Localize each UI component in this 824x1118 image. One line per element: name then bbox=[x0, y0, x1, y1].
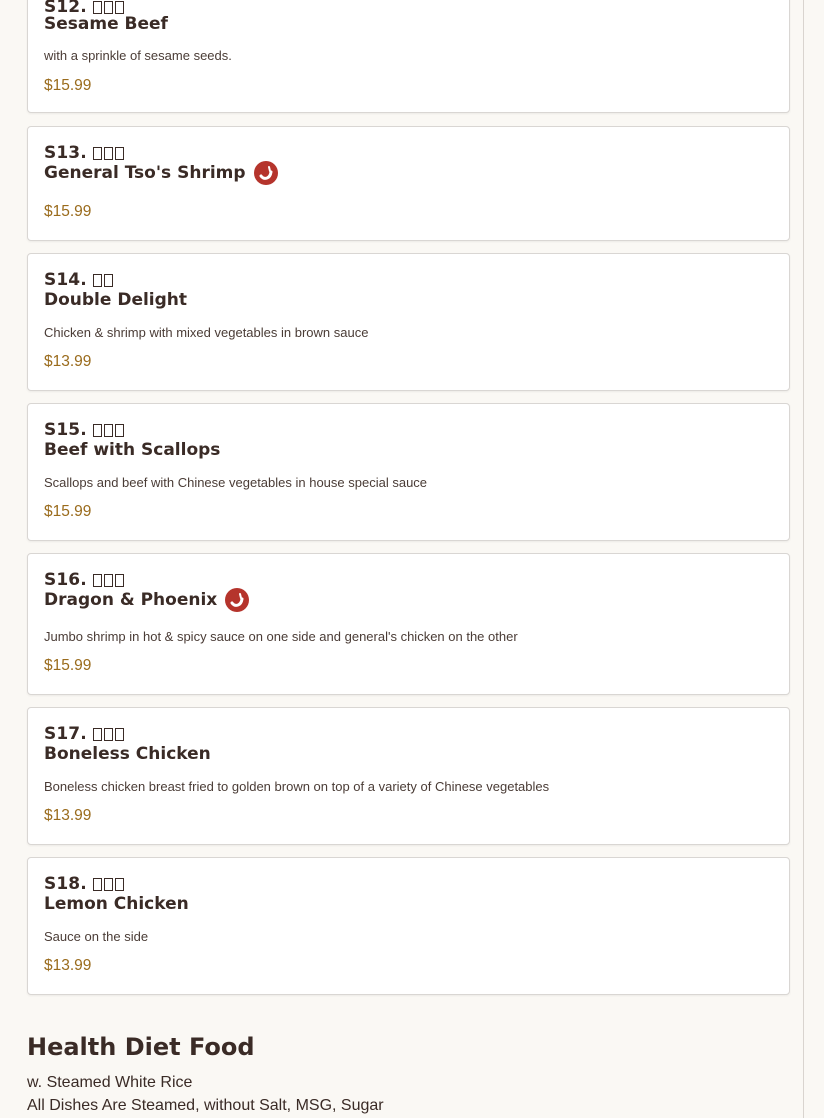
item-description: Boneless chicken breast fried to golden … bbox=[44, 779, 550, 794]
item-name: Boneless Chicken bbox=[44, 744, 211, 764]
menu-item-card[interactable]: S12. Sesame Beef with a sprinkle of sesa… bbox=[27, 0, 790, 113]
cjk-name-glyphs bbox=[92, 422, 126, 442]
cjk-name-glyphs bbox=[92, 726, 126, 746]
item-name: Double Delight bbox=[44, 290, 188, 310]
item-price: $15.99 bbox=[44, 77, 92, 94]
menu-item-card[interactable]: S18. Lemon Chicken Sauce on the side $13… bbox=[27, 857, 790, 995]
item-name: Beef with Scallops bbox=[44, 440, 221, 460]
cjk-name-glyphs bbox=[92, 876, 126, 896]
item-name: General Tso's Shrimp bbox=[44, 161, 278, 185]
section-title: Health Diet Food bbox=[27, 1033, 255, 1061]
item-price: $15.99 bbox=[44, 503, 92, 520]
item-code: S18. bbox=[44, 874, 126, 896]
section-subtitle: All Dishes Are Steamed, without Salt, MS… bbox=[27, 1097, 384, 1114]
item-name: Dragon & Phoenix bbox=[44, 588, 250, 612]
item-description: Jumbo shrimp in hot & spicy sauce on one… bbox=[44, 629, 518, 644]
item-description: Chicken & shrimp with mixed vegetables i… bbox=[44, 325, 369, 340]
chili-pepper-icon bbox=[253, 161, 278, 185]
chili-pepper-icon bbox=[225, 588, 250, 612]
item-description: Sauce on the side bbox=[44, 929, 149, 944]
item-code: S17. bbox=[44, 724, 126, 746]
item-code: S15. bbox=[44, 420, 126, 442]
item-price: $15.99 bbox=[44, 657, 92, 674]
item-price: $15.99 bbox=[44, 203, 92, 220]
item-code: S14. bbox=[44, 270, 115, 292]
item-description: with a sprinkle of sesame seeds. bbox=[44, 48, 232, 63]
menu-item-card[interactable]: S15. Beef with Scallops Scallops and bee… bbox=[27, 403, 790, 541]
cjk-name-glyphs bbox=[92, 272, 115, 292]
item-description: Scallops and beef with Chinese vegetable… bbox=[44, 475, 428, 490]
menu-item-card[interactable]: S13. General Tso's Shrimp $15.99 bbox=[27, 126, 790, 241]
item-price: $13.99 bbox=[44, 957, 92, 974]
menu-item-card[interactable]: S17. Boneless Chicken Boneless chicken b… bbox=[27, 707, 790, 845]
menu-item-card[interactable]: S14. Double Delight Chicken & shrimp wit… bbox=[27, 253, 790, 391]
item-name: Sesame Beef bbox=[44, 14, 168, 34]
item-price: $13.99 bbox=[44, 807, 92, 824]
item-price: $13.99 bbox=[44, 353, 92, 370]
section-subtitle: w. Steamed White Rice bbox=[27, 1074, 193, 1091]
item-name: Lemon Chicken bbox=[44, 894, 189, 914]
menu-page: S12. Sesame Beef with a sprinkle of sesa… bbox=[0, 0, 804, 1118]
menu-item-card[interactable]: S16. Dragon & Phoenix Jumbo shrimp in ho… bbox=[27, 553, 790, 695]
